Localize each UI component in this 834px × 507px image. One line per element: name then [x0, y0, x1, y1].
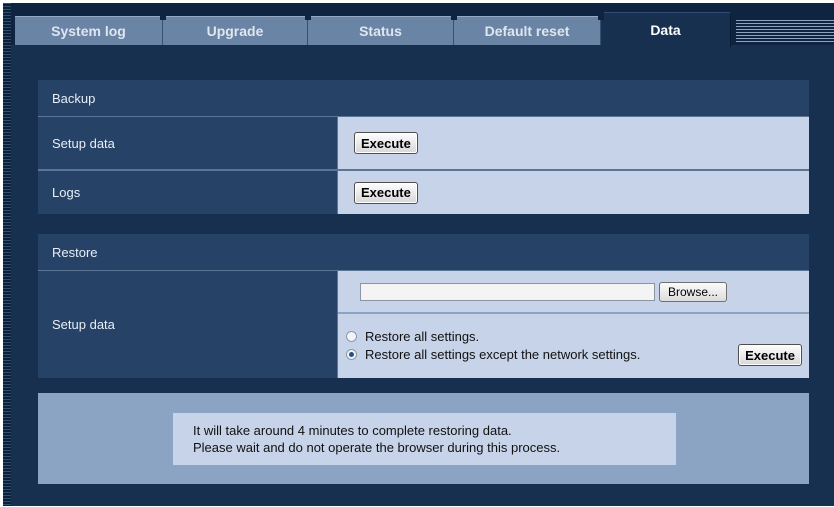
tab-bar: System log Upgrade Status Default reset …: [11, 3, 834, 47]
restore-header: Restore: [38, 234, 809, 271]
browse-button[interactable]: Browse...: [659, 281, 728, 302]
notice-line-2: Please wait and do not operate the brows…: [193, 440, 561, 455]
tab-upgrade[interactable]: Upgrade: [163, 16, 308, 45]
backup-logs-row: Logs Execute: [38, 171, 809, 214]
notice-area: It will take around 4 minutes to complet…: [38, 393, 809, 484]
backup-logs-label: Logs: [38, 171, 338, 214]
backup-logs-value: Execute: [338, 171, 809, 214]
tab-divider: [305, 12, 311, 20]
backup-setup-data-label: Setup data: [38, 117, 338, 169]
radio-unchecked-icon[interactable]: [346, 330, 357, 342]
tab-divider: [598, 12, 604, 20]
file-path-input[interactable]: [360, 282, 655, 301]
notice-line-1: It will take around 4 minutes to complet…: [193, 423, 512, 438]
backup-setup-data-value: Execute: [338, 117, 809, 169]
restore-section: Restore Setup data Browse... Restore all…: [38, 234, 809, 378]
restore-title: Restore: [52, 244, 98, 260]
backup-logs-execute-button[interactable]: Execute: [354, 181, 418, 204]
tab-bar-stripes: [736, 20, 834, 42]
tab-default-reset[interactable]: Default reset: [454, 16, 601, 45]
backup-setup-data-row: Setup data Execute: [38, 117, 809, 171]
backup-setup-data-execute-button[interactable]: Execute: [354, 132, 418, 154]
tab-system-log[interactable]: System log: [15, 16, 163, 45]
backup-header: Backup: [38, 80, 809, 117]
tab-divider: [451, 12, 457, 20]
restore-execute-button[interactable]: Execute: [738, 344, 802, 366]
restore-setup-data-label: Setup data: [38, 271, 338, 378]
notice-box: It will take around 4 minutes to complet…: [173, 413, 676, 465]
backup-section: Backup Setup data Execute Logs Execute: [38, 80, 809, 214]
restore-option-all[interactable]: Restore all settings.: [346, 327, 809, 345]
tab-data[interactable]: Data: [601, 12, 731, 47]
restore-option-all-label: Restore all settings.: [365, 328, 480, 344]
restore-option-except-network-label: Restore all settings except the network …: [365, 346, 641, 362]
restore-setup-data-value: Browse... Restore all settings. Restore …: [338, 271, 809, 378]
restore-options: Restore all settings. Restore all settin…: [338, 314, 809, 378]
radio-checked-icon[interactable]: [346, 348, 357, 360]
restore-setup-data-row: Setup data Browse... Restore all setting…: [38, 271, 809, 378]
tab-divider: [160, 12, 166, 20]
backup-title: Backup: [52, 90, 96, 106]
left-border-stripes: [3, 3, 11, 506]
tab-status[interactable]: Status: [308, 16, 454, 45]
file-select-row: Browse...: [338, 271, 809, 314]
